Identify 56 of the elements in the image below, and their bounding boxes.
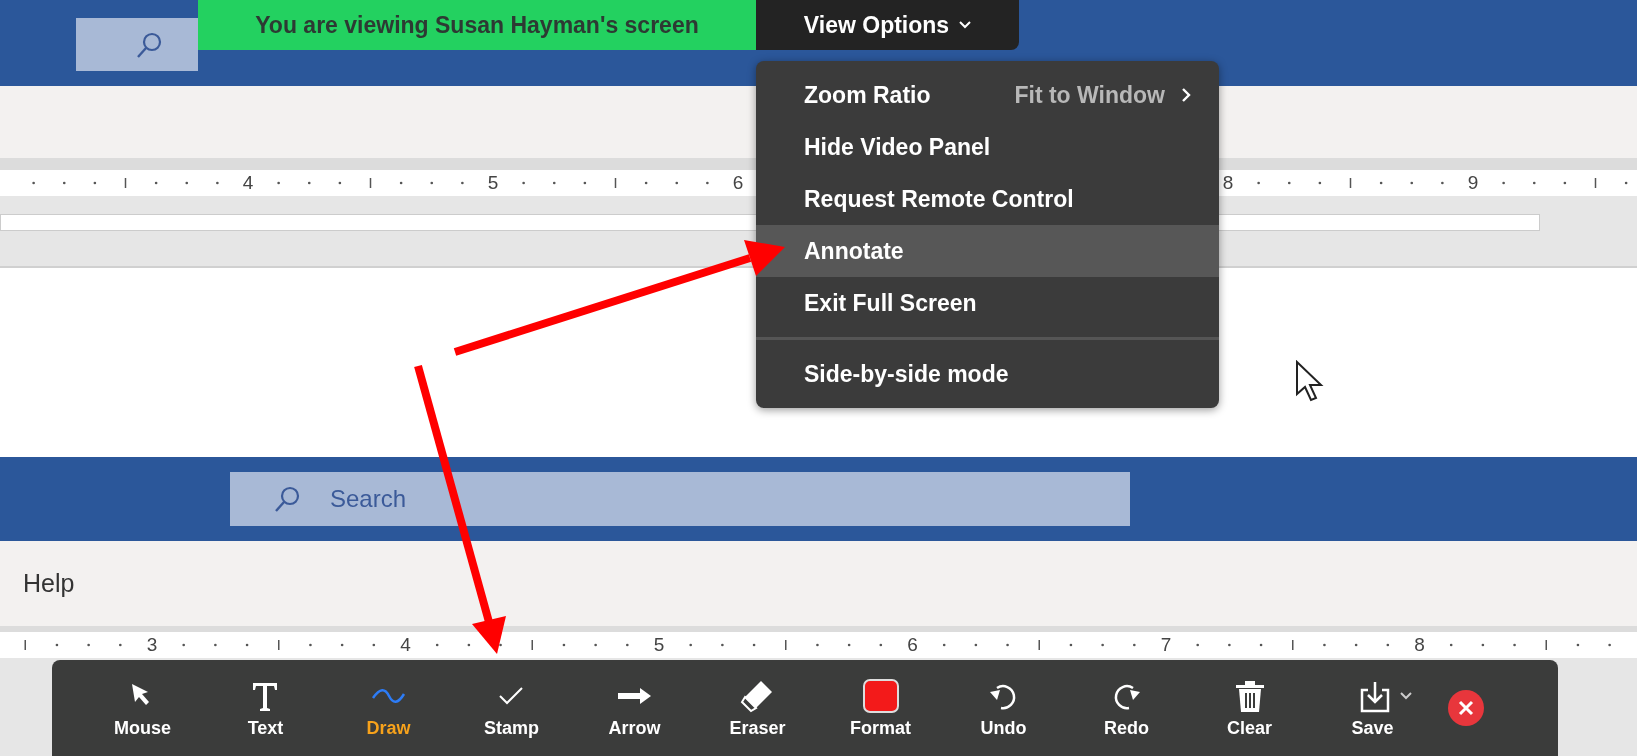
menu-item[interactable]: Exit Full Screen: [756, 277, 1219, 329]
arrow-icon: [617, 687, 651, 704]
close-button[interactable]: [1448, 690, 1484, 726]
checkmark-icon: [498, 686, 523, 704]
toolbar-button[interactable]: Arrow: [573, 663, 696, 753]
ruler-number: 5: [486, 172, 500, 194]
ruler-number: 8: [1413, 634, 1426, 656]
ruler-number: 8: [1221, 172, 1235, 194]
text-tool-icon: [252, 682, 277, 711]
color-swatch-icon: [862, 678, 899, 713]
caret-icon: [959, 21, 972, 29]
menu-item[interactable]: Annotate: [756, 225, 1219, 277]
ruler-number: 6: [906, 634, 919, 656]
toolbar-button[interactable]: Clear: [1188, 663, 1311, 753]
caret-icon: [1399, 691, 1412, 700]
mouse-pointer-icon: [1295, 360, 1325, 402]
ruler-number: 6: [731, 172, 745, 194]
ruler-number: 3: [145, 634, 159, 656]
toolbar-button[interactable]: Eraser: [696, 663, 819, 753]
menu-item-label: Side-by-side mode: [804, 360, 1009, 388]
view-options-button[interactable]: View Options: [756, 0, 1019, 50]
trash-icon: [1235, 680, 1264, 712]
download-icon: [1360, 680, 1389, 712]
ruler-number: 5: [652, 634, 666, 656]
screen-share-banner: You are viewing Susan Hayman's screen: [198, 0, 756, 50]
close-icon: [1458, 700, 1474, 716]
menu-item-label: Annotate: [804, 237, 904, 265]
menu-item[interactable]: Side-by-side mode: [756, 348, 1219, 400]
ruler-number: 9: [1466, 172, 1480, 194]
toolbar-button[interactable]: Redo: [1065, 663, 1188, 753]
menu-item[interactable]: Hide Video Panel: [756, 121, 1219, 173]
ribbon-tab[interactable]: Help: [23, 569, 75, 598]
eraser-icon: [740, 680, 772, 712]
ruler-number: 4: [399, 634, 412, 656]
menu-item-label: Request Remote Control: [804, 185, 1074, 213]
toolbar-button[interactable]: Mouse: [81, 663, 204, 753]
toolbar-button[interactable]: Text: [204, 663, 327, 753]
toolbar-button[interactable]: Undo: [942, 663, 1065, 753]
menu-item[interactable]: Request Remote Control: [756, 173, 1219, 225]
toolbar-button[interactable]: Stamp: [450, 663, 573, 753]
pointer-icon: [131, 683, 149, 705]
undo-icon: [989, 684, 1015, 709]
ruler-number: 4: [241, 172, 255, 194]
search-icon: [272, 484, 302, 514]
redo-icon: [1114, 684, 1140, 709]
menu-item[interactable]: Zoom Ratio Fit to Window: [756, 69, 1219, 121]
menu-item-label: Exit Full Screen: [804, 289, 977, 317]
menu-item-label: Zoom Ratio: [804, 81, 931, 109]
search-field[interactable]: [76, 18, 198, 71]
wave-icon: [371, 688, 405, 703]
menu-item-label: Hide Video Panel: [804, 133, 991, 161]
toolbar-button[interactable]: Draw: [327, 663, 450, 753]
toolbar-button[interactable]: Save: [1311, 663, 1434, 753]
ruler-number: 7: [1159, 634, 1173, 656]
menu-item-value: Fit to Window: [1014, 81, 1165, 109]
toolbar-button[interactable]: Format: [819, 663, 942, 753]
